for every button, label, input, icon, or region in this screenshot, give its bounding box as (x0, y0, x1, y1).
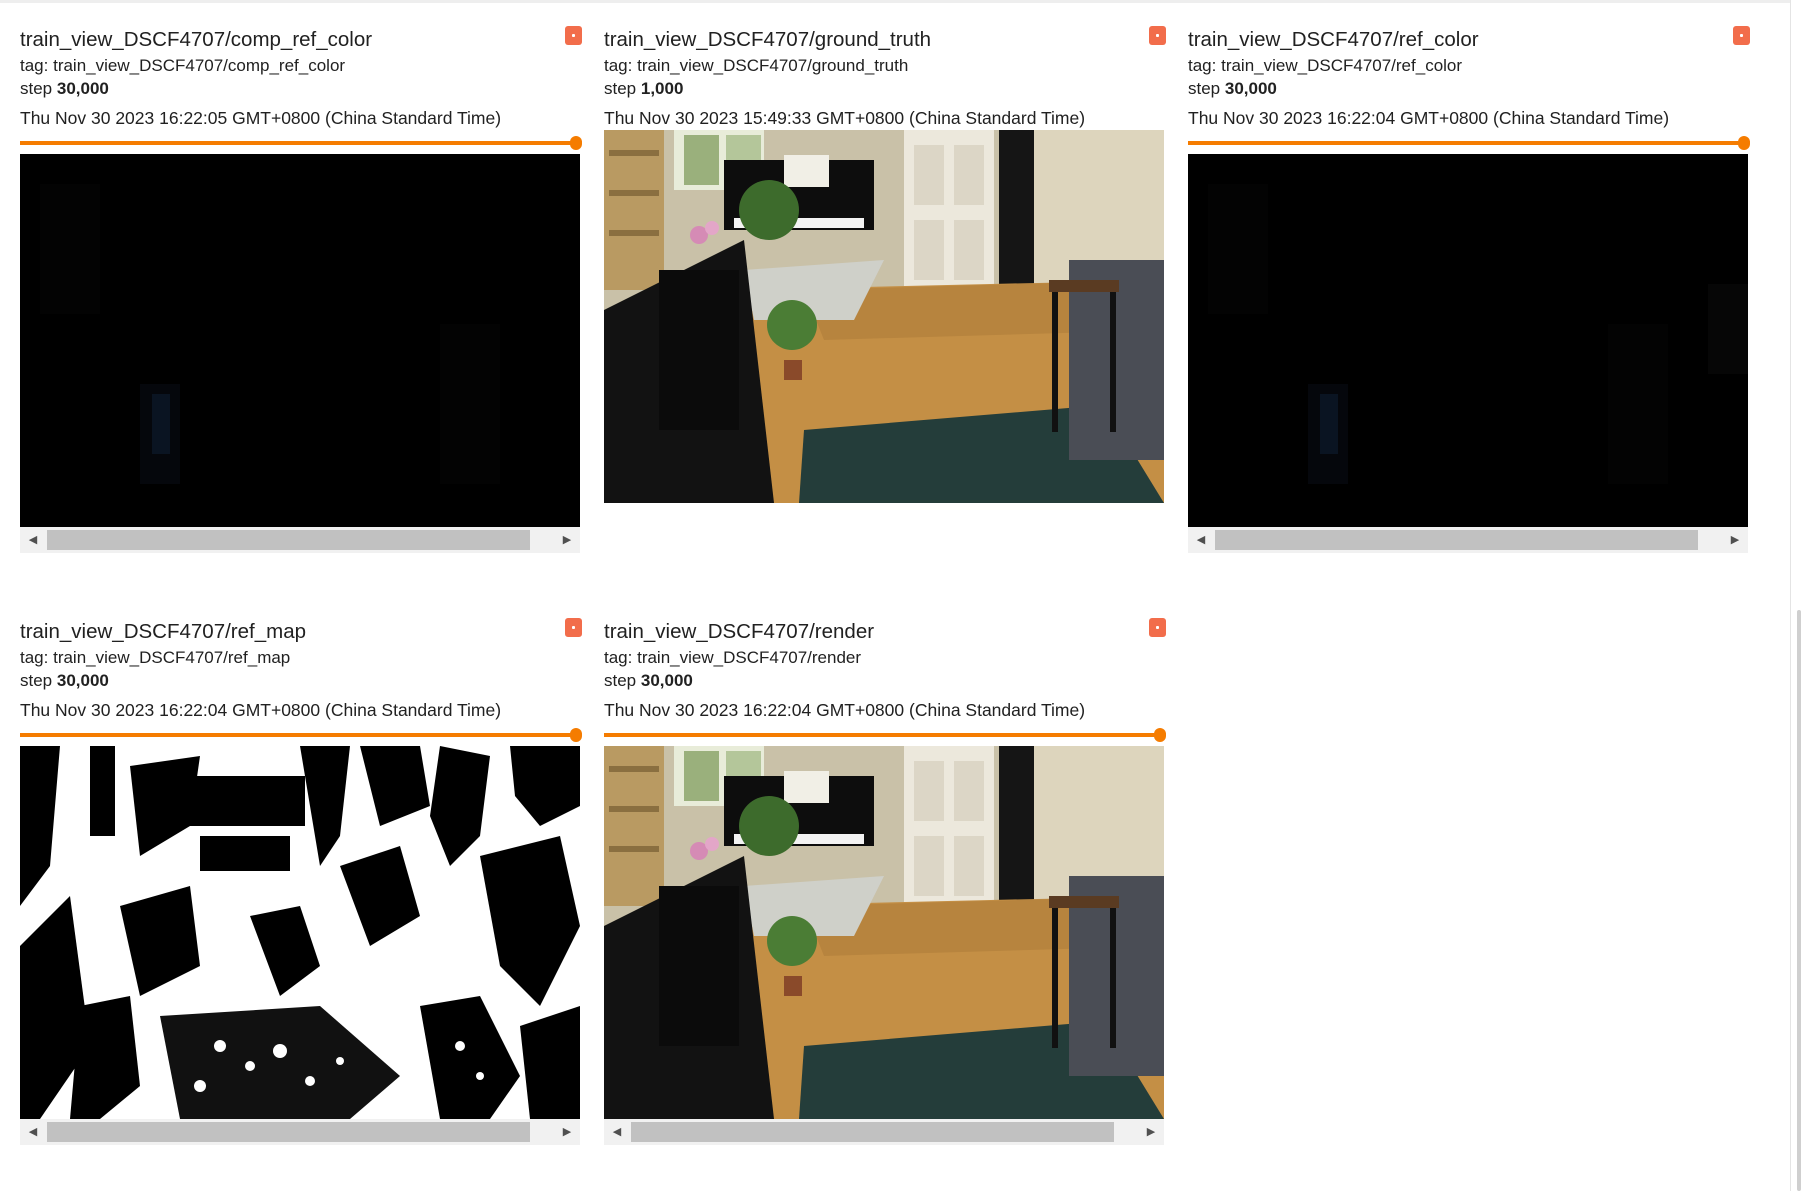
binary-map-image (20, 746, 580, 1119)
step-label: step (604, 79, 641, 98)
scrollbar-thumb[interactable] (1215, 530, 1698, 550)
horizontal-scrollbar[interactable]: ◀ ▶ (1188, 527, 1748, 553)
card-tag: tag: train_view_DSCF4707/ref_map (20, 648, 290, 668)
tag-prefix: tag: (604, 56, 638, 75)
page-scrollbar-thumb[interactable] (1797, 610, 1801, 1191)
scroll-left-arrow-icon[interactable]: ◀ (604, 1119, 630, 1145)
pin-icon[interactable] (1149, 618, 1166, 637)
card-image (604, 130, 1164, 503)
step-label: step (604, 671, 641, 690)
dark-render-image (1188, 154, 1748, 527)
card-image (1188, 154, 1748, 527)
step-slider[interactable] (1188, 136, 1750, 150)
card-date: Thu Nov 30 2023 16:22:04 GMT+0800 (China… (20, 700, 502, 720)
pin-icon[interactable] (1149, 26, 1166, 45)
card-step: step 30,000 (604, 671, 693, 691)
card-title: train_view_DSCF4707/ref_color (1188, 28, 1479, 51)
image-card-ref-color: train_view_DSCF4707/ref_color tag: train… (1188, 0, 1750, 560)
pin-icon[interactable] (565, 26, 582, 45)
card-tag: tag: train_view_DSCF4707/ref_color (1188, 56, 1462, 76)
room-photo-image (604, 746, 1164, 1119)
card-step: step 1,000 (604, 79, 683, 99)
tag-prefix: tag: (604, 648, 638, 667)
scroll-left-arrow-icon[interactable]: ◀ (20, 1119, 46, 1145)
tag-value: train_view_DSCF4707/render (637, 648, 862, 667)
step-value: 30,000 (640, 671, 693, 690)
scrollbar-thumb[interactable] (47, 530, 530, 550)
slider-track[interactable] (20, 141, 576, 145)
horizontal-scrollbar[interactable]: ◀ ▶ (20, 1119, 580, 1145)
step-label: step (20, 671, 57, 690)
scroll-right-arrow-icon[interactable]: ▶ (1138, 1119, 1164, 1145)
step-slider[interactable] (20, 728, 582, 742)
card-step: step 30,000 (20, 671, 109, 691)
step-value: 30,000 (1224, 79, 1277, 98)
step-label: step (20, 79, 57, 98)
scroll-left-arrow-icon[interactable]: ◀ (20, 527, 46, 553)
image-card-ground-truth: train_view_DSCF4707/ground_truth tag: tr… (604, 0, 1166, 560)
slider-knob[interactable] (1154, 728, 1166, 742)
image-card-comp-ref-color: train_view_DSCF4707/comp_ref_color tag: … (20, 0, 582, 560)
card-tag: tag: train_view_DSCF4707/ground_truth (604, 56, 908, 76)
card-tag: tag: train_view_DSCF4707/comp_ref_color (20, 56, 345, 76)
scrollbar-thumb[interactable] (631, 1122, 1114, 1142)
step-value: 30,000 (56, 671, 109, 690)
tag-value: train_view_DSCF4707/comp_ref_color (53, 56, 346, 75)
tag-value: train_view_DSCF4707/ref_map (53, 648, 291, 667)
card-title: train_view_DSCF4707/render (604, 620, 875, 643)
scrollbar-thumb[interactable] (47, 1122, 530, 1142)
image-card-render: train_view_DSCF4707/render tag: train_vi… (604, 592, 1166, 1152)
slider-track[interactable] (604, 733, 1160, 737)
card-image (20, 154, 580, 527)
step-label: step (1188, 79, 1225, 98)
page-vertical-scrollbar[interactable] (1790, 0, 1809, 1191)
tag-value: train_view_DSCF4707/ground_truth (637, 56, 909, 75)
scroll-right-arrow-icon[interactable]: ▶ (1722, 527, 1748, 553)
room-photo-image (604, 130, 1164, 503)
slider-track[interactable] (1188, 141, 1744, 145)
card-image (604, 746, 1164, 1119)
pin-icon[interactable] (1733, 26, 1750, 45)
card-title: train_view_DSCF4707/ground_truth (604, 28, 932, 51)
step-slider[interactable] (20, 136, 582, 150)
card-image (20, 746, 580, 1119)
scroll-left-arrow-icon[interactable]: ◀ (1188, 527, 1214, 553)
image-card-ref-map: train_view_DSCF4707/ref_map tag: train_v… (20, 592, 582, 1152)
tag-prefix: tag: (20, 648, 54, 667)
horizontal-scrollbar[interactable]: ◀ ▶ (604, 1119, 1164, 1145)
image-dashboard: train_view_DSCF4707/comp_ref_color tag: … (0, 0, 1809, 1191)
card-step: step 30,000 (1188, 79, 1277, 99)
slider-knob[interactable] (1738, 136, 1750, 150)
dark-render-image (20, 154, 580, 527)
slider-knob[interactable] (570, 136, 582, 150)
slider-knob[interactable] (570, 728, 582, 742)
card-date: Thu Nov 30 2023 16:22:05 GMT+0800 (China… (20, 108, 502, 128)
step-value: 30,000 (56, 79, 109, 98)
tag-value: train_view_DSCF4707/ref_color (1221, 56, 1463, 75)
card-date: Thu Nov 30 2023 16:22:04 GMT+0800 (China… (1188, 108, 1670, 128)
card-step: step 30,000 (20, 79, 109, 99)
pin-icon[interactable] (565, 618, 582, 637)
card-title: train_view_DSCF4707/comp_ref_color (20, 28, 373, 51)
horizontal-scrollbar[interactable]: ◀ ▶ (20, 527, 580, 553)
scroll-right-arrow-icon[interactable]: ▶ (554, 1119, 580, 1145)
card-title: train_view_DSCF4707/ref_map (20, 620, 306, 643)
step-slider[interactable] (604, 728, 1166, 742)
scroll-right-arrow-icon[interactable]: ▶ (554, 527, 580, 553)
step-value: 1,000 (640, 79, 684, 98)
tag-prefix: tag: (1188, 56, 1222, 75)
tag-prefix: tag: (20, 56, 54, 75)
slider-track[interactable] (20, 733, 576, 737)
card-date: Thu Nov 30 2023 16:22:04 GMT+0800 (China… (604, 700, 1086, 720)
card-date: Thu Nov 30 2023 15:49:33 GMT+0800 (China… (604, 108, 1086, 128)
card-tag: tag: train_view_DSCF4707/render (604, 648, 861, 668)
